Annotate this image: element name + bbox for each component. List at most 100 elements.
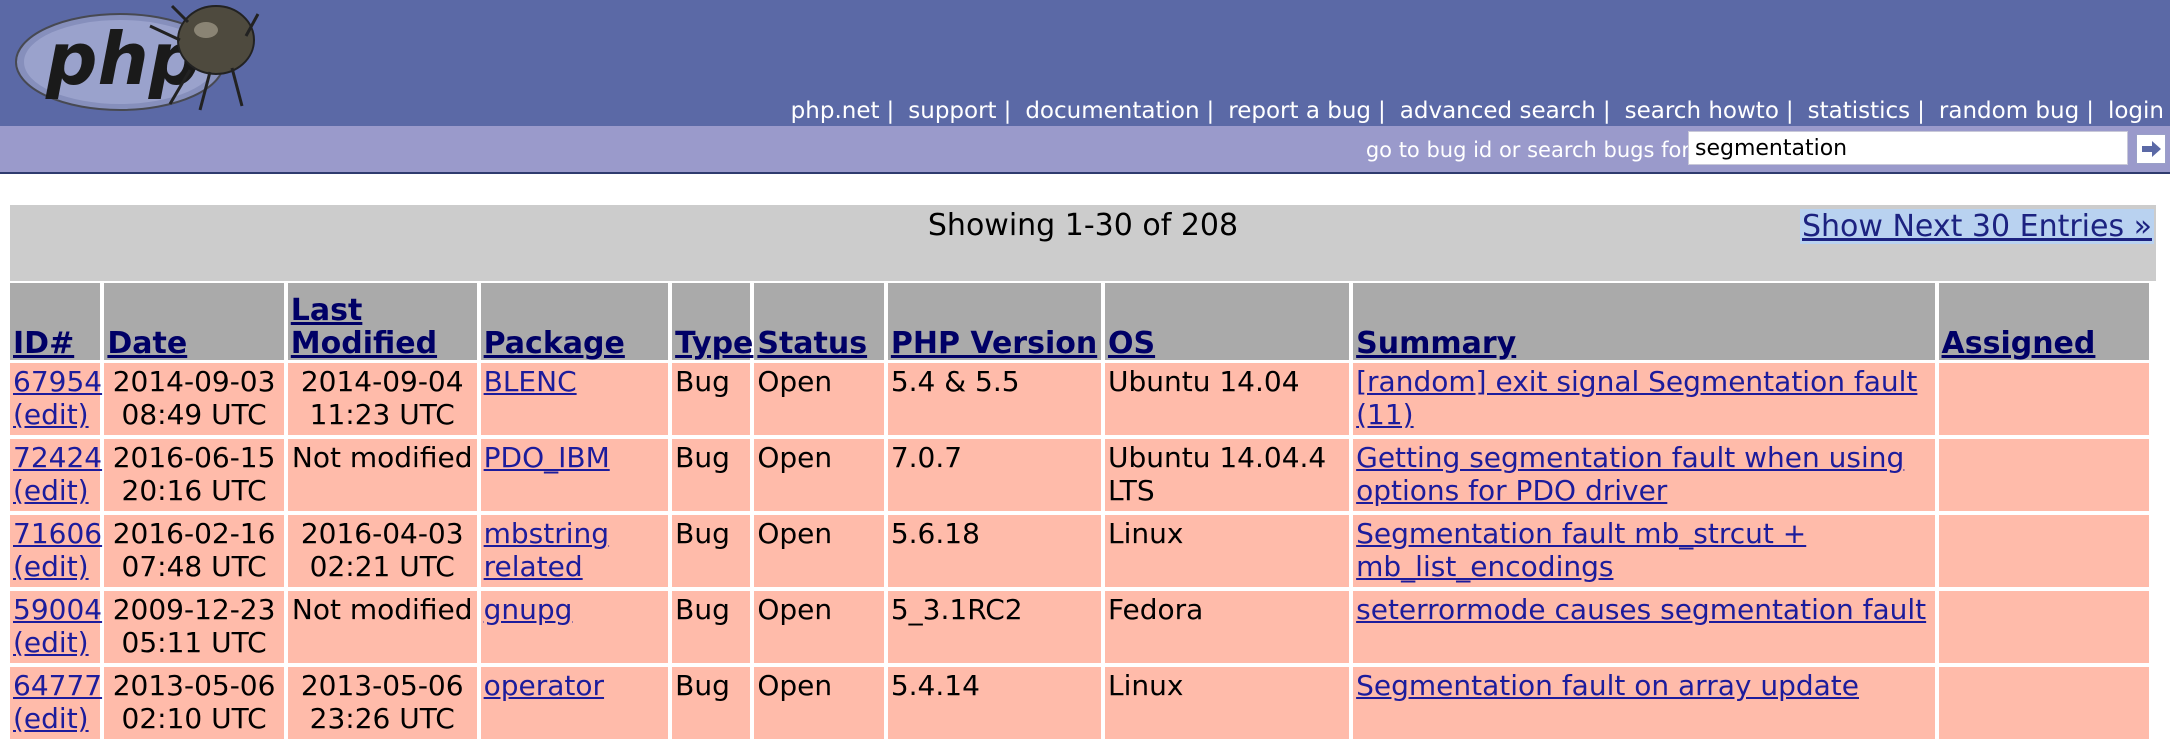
date-cell: 2013-05-06 02:10 UTC — [104, 667, 284, 743]
column-header: Summary — [1353, 283, 1935, 363]
search-label: go to bug id or search bugs for — [1365, 138, 1690, 162]
nav-link-random-bug[interactable]: random bug — [1939, 98, 2079, 124]
sort-link-type[interactable]: Type — [675, 326, 753, 361]
package-cell: PDO_IBM — [480, 439, 669, 515]
php-version-value: 7.0.7 — [890, 441, 963, 474]
search-submit-button[interactable] — [2136, 134, 2166, 164]
modified-value: 2013-05-06 — [300, 669, 464, 702]
sort-link-package[interactable]: Package — [484, 326, 625, 361]
modified-value: Not modified — [291, 593, 473, 626]
modified-time: 23:26 UTC — [309, 702, 455, 735]
type-value: Bug — [675, 365, 730, 398]
sort-link-os[interactable]: OS — [1108, 326, 1155, 361]
search-bar: go to bug id or search bugs for — [0, 126, 2170, 174]
date-cell: 2016-06-15 20:16 UTC — [104, 439, 284, 515]
nav-link-support[interactable]: support — [908, 98, 996, 124]
nav-link-report-a-bug[interactable]: report a bug — [1228, 98, 1371, 124]
php-version-cell: 5.4.14 — [887, 667, 1101, 743]
sort-link-last-modified[interactable]: Last Modified — [291, 293, 437, 361]
nav-link-search-howto[interactable]: search howto — [1625, 98, 1779, 124]
status-cell: Open — [754, 667, 884, 743]
nav-link-statistics[interactable]: statistics — [1808, 98, 1911, 124]
type-value: Bug — [675, 441, 730, 474]
column-header: Package — [480, 283, 669, 363]
bug-id-link[interactable]: 71606 — [13, 517, 102, 550]
next-entries-link[interactable]: Show Next 30 Entries » — [1800, 209, 2154, 244]
package-link[interactable]: PDO_IBM — [484, 441, 610, 474]
status-cell: Open — [754, 591, 884, 667]
date-time: 08:49 UTC — [121, 398, 267, 431]
edit-link[interactable]: (edit) — [13, 398, 89, 431]
package-link[interactable]: BLENC — [484, 365, 577, 398]
sort-link-status[interactable]: Status — [757, 326, 867, 361]
sort-link-id[interactable]: ID# — [13, 326, 74, 361]
column-header: Assigned — [1938, 283, 2149, 363]
modified-cell: Not modified — [287, 439, 477, 515]
type-cell: Bug — [672, 363, 751, 439]
package-link[interactable]: operator — [484, 669, 604, 702]
search-input[interactable] — [1688, 131, 2128, 165]
package-link[interactable]: mbstring related — [484, 517, 609, 583]
summary-link[interactable]: Segmentation fault mb_strcut + mb_list_e… — [1356, 517, 1806, 583]
site-header: php php.net | support | documentation | report… — [0, 0, 2170, 126]
os-value: Linux — [1107, 669, 1184, 702]
status-value: Open — [757, 365, 833, 398]
date-time: 20:16 UTC — [121, 474, 267, 507]
date-value: 2016-02-16 — [112, 517, 276, 550]
edit-link[interactable]: (edit) — [13, 702, 89, 735]
summary-link[interactable]: seterrormode causes segmentation fault — [1356, 593, 1926, 626]
edit-link[interactable]: (edit) — [13, 474, 89, 507]
bug-id-link[interactable]: 59004 — [13, 593, 102, 626]
nav-link-php-net[interactable]: php.net — [791, 98, 880, 124]
summary-cell: Getting segmentation fault when using op… — [1353, 439, 1935, 515]
date-value: 2009-12-23 — [112, 593, 276, 626]
php-version-value: 5.4 & 5.5 — [890, 365, 1020, 398]
status-value: Open — [757, 593, 833, 626]
bug-id-link[interactable]: 64777 — [13, 669, 102, 702]
php-bug-logo[interactable]: php — [10, 0, 260, 114]
nav-link-advanced-search[interactable]: advanced search — [1400, 98, 1596, 124]
date-cell: 2016-02-16 07:48 UTC — [104, 515, 284, 591]
type-cell: Bug — [672, 667, 751, 743]
modified-time: 11:23 UTC — [309, 398, 455, 431]
bug-id-link[interactable]: 67954 — [13, 365, 102, 398]
summary-link[interactable]: [random] exit signal Segmentation fault … — [1356, 365, 1917, 431]
status-value: Open — [757, 441, 833, 474]
summary-cell: seterrormode causes segmentation fault — [1353, 591, 1935, 667]
nav-separator: | — [1602, 98, 1611, 124]
table-row: 72424 (edit) 2016-06-15 20:16 UTC Not modifi… — [10, 439, 2149, 515]
modified-time: 02:21 UTC — [309, 550, 455, 583]
sort-link-summary[interactable]: Summary — [1356, 326, 1516, 361]
php-version-cell: 5.4 & 5.5 — [887, 363, 1101, 439]
table-header-row: ID# Date Last Modified Package Type Status PHP… — [10, 283, 2149, 363]
status-value: Open — [757, 669, 833, 702]
id-cell: 72424 (edit) — [10, 439, 102, 515]
date-time: 05:11 UTC — [121, 626, 267, 659]
nav-separator: | — [886, 98, 895, 124]
summary-link[interactable]: Segmentation fault on array update — [1356, 669, 1859, 702]
bug-id-link[interactable]: 72424 — [13, 441, 102, 474]
package-link[interactable]: gnupg — [484, 593, 573, 626]
sort-link-date[interactable]: Date — [107, 326, 187, 361]
date-cell: 2009-12-23 05:11 UTC — [104, 591, 284, 667]
package-cell: mbstring related — [480, 515, 669, 591]
assigned-cell — [1938, 515, 2149, 591]
nav-separator: | — [1378, 98, 1386, 124]
os-cell: Fedora — [1104, 591, 1350, 667]
php-version-value: 5_3.1RC2 — [890, 593, 1023, 626]
table-row: 67954 (edit) 2014-09-03 08:49 UTC 2014-09-04… — [10, 363, 2149, 439]
summary-link[interactable]: Getting segmentation fault when using op… — [1356, 441, 1904, 507]
type-value: Bug — [675, 669, 730, 702]
sort-link-php-version[interactable]: PHP Version — [891, 326, 1097, 361]
edit-link[interactable]: (edit) — [13, 550, 89, 583]
summary-cell: Segmentation fault on array update — [1353, 667, 1935, 743]
edit-link[interactable]: (edit) — [13, 626, 89, 659]
bugs-table: ID# Date Last Modified Package Type Status PHP… — [6, 283, 2153, 743]
status-cell: Open — [754, 515, 884, 591]
nav-link-documentation[interactable]: documentation — [1025, 98, 1199, 124]
nav-separator: | — [1917, 98, 1925, 124]
nav-link-login[interactable]: login — [2108, 98, 2164, 124]
assigned-cell — [1938, 439, 2149, 515]
package-cell: gnupg — [480, 591, 669, 667]
sort-link-assigned[interactable]: Assigned — [1942, 326, 2096, 361]
